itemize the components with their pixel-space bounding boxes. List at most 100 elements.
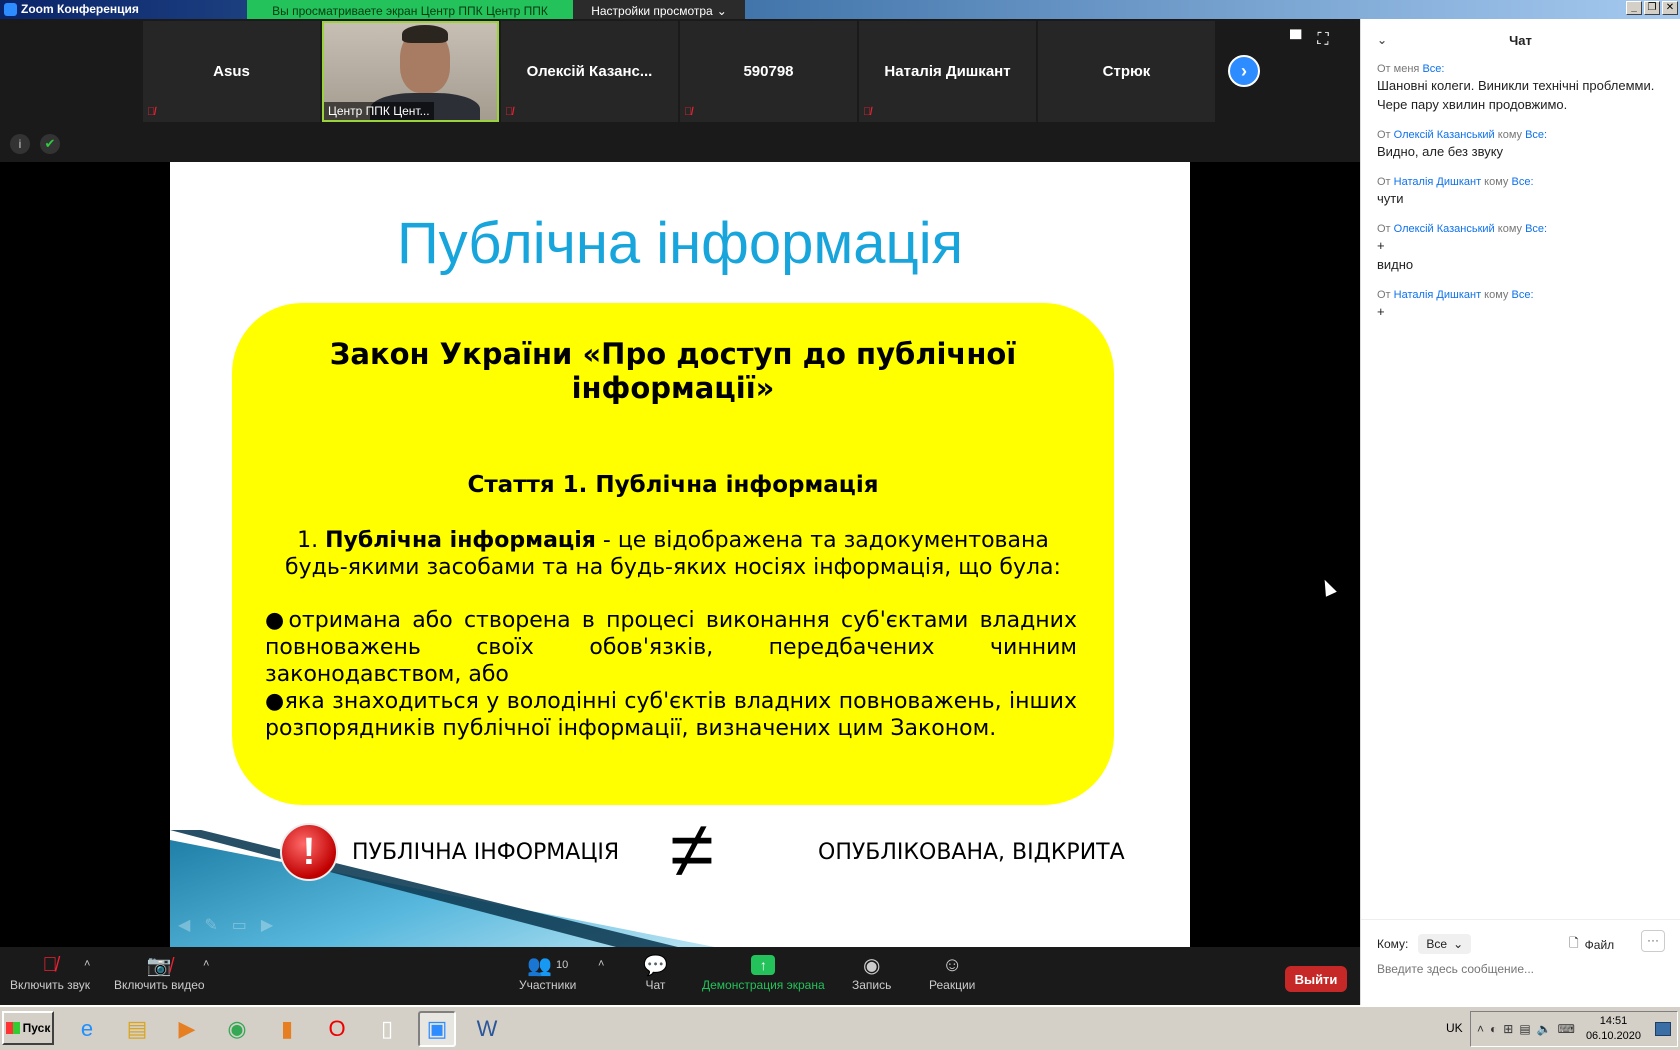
to-label: Кому:	[1377, 937, 1409, 951]
chat-header: ⌄ Чат	[1361, 19, 1680, 62]
chevron-down-icon[interactable]: ⌄	[1377, 33, 1387, 47]
next-slide-icon[interactable]: ▶	[261, 915, 273, 935]
view-options-button[interactable]: Настройки просмотра ⌄	[573, 0, 745, 21]
show-hidden-icon[interactable]: ˄	[1477, 1022, 1484, 1036]
unmute-label: Включить звук	[10, 978, 91, 992]
definition-text: 1. Публічна інформація - це відображена …	[270, 527, 1076, 581]
language-indicator[interactable]: UK	[1446, 1021, 1463, 1035]
maximize-button[interactable]: ❐	[1644, 1, 1660, 15]
share-screen-button[interactable]: ↑ Демонстрация экрана	[702, 952, 825, 992]
chat-message: От Наталія Дишкант кому Все: +	[1377, 288, 1664, 321]
share-up-arrow-icon: ↑	[751, 955, 776, 975]
record-button[interactable]: ◉ Запись	[852, 952, 891, 993]
media-player-icon[interactable]: ▶	[168, 1011, 206, 1047]
chat-message-list: От меня Все: Шановні колеги. Виникли тех…	[1361, 62, 1680, 321]
participant-tile[interactable]: 590798 🎙̸	[680, 21, 857, 122]
layout-icon[interactable]: ▀	[1290, 31, 1301, 49]
info-icon[interactable]: i	[10, 134, 30, 154]
fullscreen-icon[interactable]: ⛶	[1317, 31, 1328, 49]
start-button[interactable]: Пуск	[2, 1011, 54, 1045]
reactions-label: Реакции	[929, 978, 976, 992]
start-video-label: Включить видео	[114, 978, 205, 992]
public-info-label: ПУБЛІЧНА ІНФОРМАЦІЯ	[352, 840, 620, 865]
more-options-button[interactable]: ···	[1641, 930, 1665, 952]
menu-icon[interactable]: ▭	[232, 915, 247, 935]
chat-message: От Наталія Дишкант кому Все: чути	[1377, 175, 1664, 208]
bullet-item: ●отримана або створена в процесі виконан…	[265, 608, 1077, 687]
prev-slide-icon[interactable]: ◀	[178, 915, 190, 935]
participants-label: Участники	[519, 978, 577, 992]
security-icon[interactable]: ◐	[1490, 1022, 1497, 1036]
participant-tile[interactable]: Олексій Казанс... 🎙̸	[501, 21, 678, 122]
message-text: Шановні колеги. Виникли технічні проблем…	[1377, 78, 1655, 112]
meeting-toolbar: 🎙̸ Включить звук ˄ 📷̸ Включить видео ˄ 👥…	[0, 948, 1360, 1005]
security-shield-icon[interactable]: ✔	[40, 134, 60, 154]
participants-options-caret[interactable]: ˄	[598, 958, 604, 970]
clock[interactable]: 14:51 06.10.2020	[1586, 1014, 1641, 1044]
chat-message-input[interactable]	[1377, 962, 1665, 976]
start-video-button[interactable]: 📷̸ Включить видео	[114, 952, 205, 993]
emoji-icon: ☺	[941, 953, 963, 976]
next-page-button[interactable]: ›	[1228, 55, 1260, 87]
file-explorer-icon[interactable]: ▤	[118, 1011, 156, 1047]
sender-link[interactable]: Олексій Казанський	[1394, 129, 1495, 141]
recipient-link[interactable]: Все:	[1525, 223, 1547, 235]
screen-share-banner: Вы просматриваете экран Центр ППК Центр …	[247, 0, 573, 21]
recipient-select[interactable]: Все ⌄	[1418, 934, 1472, 954]
show-desktop-icon[interactable]	[1655, 1022, 1671, 1036]
internet-explorer-icon[interactable]: e	[68, 1011, 106, 1047]
file-icon: 🗋	[1569, 936, 1579, 950]
message-text: Видно, але без звуку	[1377, 144, 1504, 159]
recipient-link[interactable]: Все:	[1422, 63, 1444, 75]
unmute-button[interactable]: 🎙̸ Включить звук	[10, 952, 91, 993]
zoom-taskbar-icon[interactable]: ▣	[418, 1011, 456, 1047]
clock-time: 14:51	[1599, 1015, 1628, 1027]
chevron-right-icon: ›	[1241, 60, 1247, 81]
participant-tile[interactable]: Стрюк	[1038, 21, 1215, 122]
exclamation-icon: !	[280, 823, 338, 881]
volume-icon[interactable]: 🔈	[1537, 1022, 1552, 1036]
mic-muted-icon: 🎙̸	[505, 106, 514, 118]
reactions-button[interactable]: ☺ Реакции	[929, 952, 976, 993]
recipient-link[interactable]: Все:	[1511, 176, 1533, 188]
audio-options-caret[interactable]: ˄	[84, 958, 90, 970]
network-icon[interactable]: ▤	[1519, 1022, 1530, 1036]
word-icon[interactable]: W	[468, 1011, 506, 1047]
leave-meeting-button[interactable]: Выйти	[1285, 966, 1347, 992]
close-button[interactable]: ✕	[1662, 1, 1678, 15]
file-button[interactable]: 🗋 Файл	[1569, 934, 1614, 955]
chevron-down-icon: ⌄	[1453, 937, 1464, 951]
minimize-button[interactable]: _	[1626, 1, 1642, 15]
participant-name: 590798	[743, 63, 794, 80]
recipient-link[interactable]: Все:	[1511, 289, 1533, 301]
participants-button[interactable]: 👥 10 Участники	[519, 952, 577, 993]
bullet-list: ●отримана або створена в процесі виконан…	[265, 607, 1077, 742]
sender-link[interactable]: Наталія Дишкант	[1394, 289, 1481, 301]
tray-icons: ˄ ◐ ⊞ ▤ 🔈 ⌨	[1477, 1022, 1575, 1036]
chrome-icon[interactable]: ◉	[218, 1011, 256, 1047]
video-options-caret[interactable]: ˄	[203, 958, 209, 970]
participant-tile-video[interactable]: Центр ППК Цент...	[322, 21, 499, 122]
recipient-value: Все	[1426, 937, 1448, 951]
sender-link[interactable]: Олексій Казанський	[1394, 223, 1495, 235]
zoom-logo-icon	[4, 2, 17, 16]
opera-icon[interactable]: O	[318, 1011, 356, 1047]
participant-name: Стрюк	[1102, 63, 1151, 80]
update-icon[interactable]: ⊞	[1503, 1022, 1513, 1036]
keyboard-icon[interactable]: ⌨	[1558, 1022, 1575, 1036]
chat-button[interactable]: 💬 Чат	[643, 952, 668, 993]
participant-tile[interactable]: Наталія Дишкант 🎙̸	[859, 21, 1036, 122]
document-icon[interactable]: ▯	[368, 1011, 406, 1047]
definition-number: 1.	[297, 528, 326, 553]
recipient-link[interactable]: Все:	[1525, 129, 1547, 141]
app-icon[interactable]: ▮	[268, 1011, 306, 1047]
mic-muted-icon: 🎙̸	[863, 106, 872, 118]
slide-footer: ! ПУБЛІЧНА ІНФОРМАЦІЯ ≠ ОПУБЛІКОВАНА, ВІ…	[170, 810, 1190, 947]
message-text: + видно	[1377, 238, 1414, 272]
mic-muted-icon: 🎙̸	[42, 953, 58, 976]
not-equal-sign: ≠	[670, 805, 714, 894]
pen-icon[interactable]: ✎	[204, 915, 217, 935]
participant-tile[interactable]: Asus 🎙̸	[143, 21, 320, 122]
sender-link[interactable]: Наталія Дишкант	[1394, 176, 1481, 188]
participant-name: Asus	[213, 63, 250, 80]
